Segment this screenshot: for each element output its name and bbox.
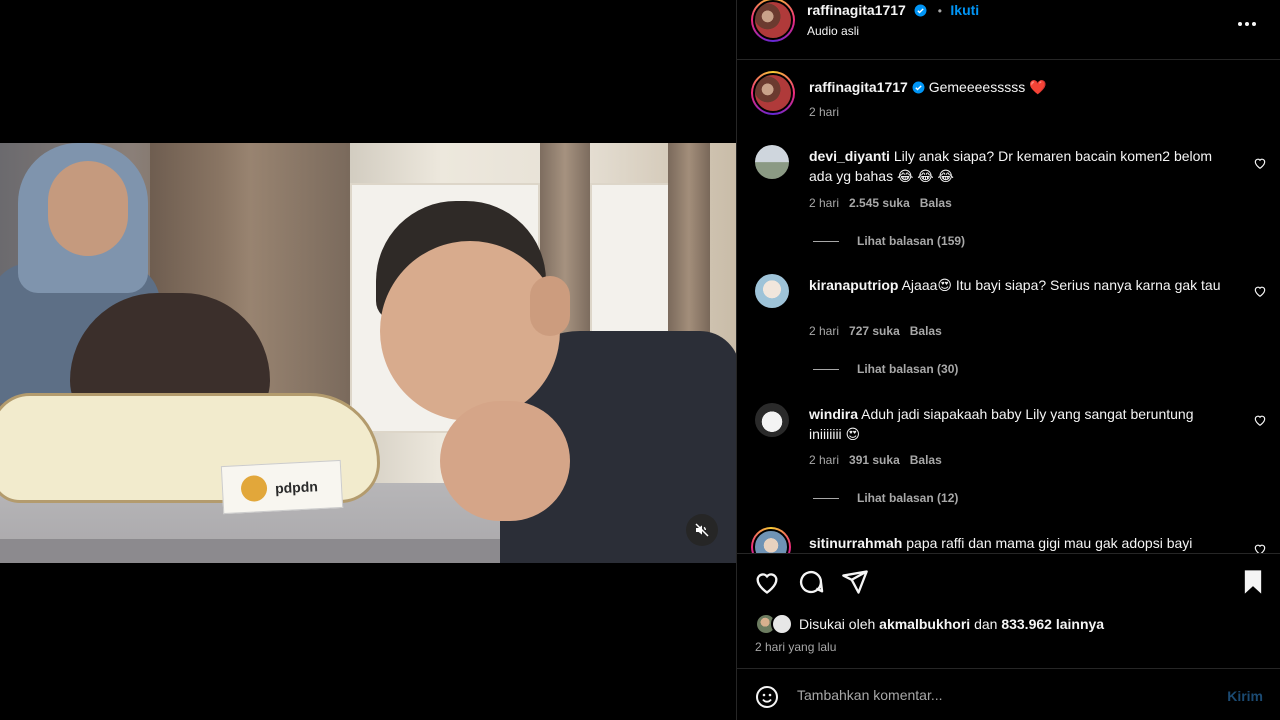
post-actions: Disukai oleh akmalbukhori dan 833.962 la…	[737, 553, 1280, 668]
caption-text: Gemeeeesssss	[928, 79, 1026, 95]
comment-icon[interactable]	[797, 568, 825, 596]
view-replies-button[interactable]: Lihat balasan (30)	[813, 362, 958, 376]
comment-meta: 2 hari 391 suka Balas	[809, 453, 942, 467]
liker-avatars	[755, 613, 793, 635]
verified-badge-icon	[912, 81, 925, 94]
caption-text-row: raffinagita1717 Gemeeeesssss ❤️	[809, 77, 1249, 97]
comment-meta: 2 hari 2.545 suka Balas	[809, 196, 952, 210]
comments-list[interactable]: raffinagita1717 Gemeeeesssss ❤️ 2 hari d…	[737, 61, 1280, 553]
heart-outline-icon[interactable]	[1253, 156, 1267, 170]
caption-username[interactable]: raffinagita1717	[809, 79, 908, 95]
commenter-avatar[interactable]	[751, 527, 791, 553]
verified-badge-icon	[914, 4, 927, 17]
commenter-avatar[interactable]	[755, 145, 789, 179]
comment-username[interactable]: devi_diyanti	[809, 148, 890, 164]
more-options-button[interactable]	[1235, 12, 1259, 36]
comment-likes[interactable]: 727 suka	[849, 324, 900, 338]
comment-likes[interactable]: 391 suka	[849, 453, 900, 467]
heart-outline-icon[interactable]	[1253, 284, 1267, 298]
caption-emoji: ❤️	[1029, 79, 1047, 95]
reply-button[interactable]: Balas	[920, 196, 952, 210]
pillow-brand-text: pdpdn	[274, 478, 319, 497]
comment-time: 2 hari	[809, 453, 840, 467]
author-username[interactable]: raffinagita1717	[807, 2, 906, 18]
comment-body: sitinurrahmah papa raffi dan mama gigi m…	[809, 533, 1229, 553]
liker-username[interactable]: akmalbukhori	[879, 616, 970, 632]
speaker-muted-icon	[695, 523, 709, 537]
view-replies-button[interactable]: Lihat balasan (12)	[813, 491, 958, 505]
comment-input[interactable]	[797, 683, 1177, 707]
comment-time: 2 hari	[809, 196, 840, 210]
comment-body: devi_diyanti Lily anak siapa? Dr kemaren…	[809, 146, 1229, 186]
video-player[interactable]: pdpdn	[0, 143, 736, 563]
post-date[interactable]: 2 hari yang lalu	[755, 640, 836, 654]
follow-button[interactable]: Ikuti	[950, 2, 979, 18]
comment-username[interactable]: sitinurrahmah	[809, 535, 902, 551]
comment-likes[interactable]: 2.545 suka	[849, 196, 910, 210]
comment-text: papa raffi dan mama gigi mau gak adopsi …	[906, 535, 1193, 551]
likes-summary: Disukai oleh akmalbukhori dan 833.962 la…	[755, 612, 1104, 636]
likes-prefix: Disukai oleh	[799, 616, 876, 632]
post-header: raffinagita1717 • Ikuti Audio asli	[737, 0, 1280, 60]
likes-count[interactable]: 833.962 lainnya	[1001, 616, 1104, 632]
reply-button[interactable]: Balas	[910, 453, 942, 467]
caption-time: 2 hari	[809, 105, 840, 119]
send-comment-button[interactable]: Kirim	[1227, 688, 1263, 704]
post-panel: raffinagita1717 • Ikuti Audio asli raffi…	[736, 0, 1280, 720]
author-avatar[interactable]	[751, 0, 795, 42]
heart-outline-icon[interactable]	[1253, 542, 1267, 553]
likes-middle: dan	[974, 616, 998, 632]
pillow-label: pdpdn	[220, 459, 344, 515]
comment-username[interactable]: windira	[809, 406, 858, 422]
audio-label[interactable]: Audio asli	[807, 24, 859, 38]
comment-text: Aduh jadi siapakaah baby Lily yang sanga…	[809, 406, 1194, 442]
comment-body: kiranaputriop Ajaaa😍 Itu bayi siapa? Ser…	[809, 275, 1229, 295]
media-area: pdpdn	[0, 0, 736, 720]
emoji-icon[interactable]	[755, 685, 779, 709]
heart-outline-icon[interactable]	[1253, 413, 1267, 427]
comment-meta: 2 hari 727 suka Balas	[809, 324, 942, 338]
commenter-avatar[interactable]	[755, 274, 789, 308]
view-replies-label: Lihat balasan (159)	[857, 234, 966, 248]
comment-text: Ajaaa😍 Itu bayi siapa? Serius nanya karn…	[901, 277, 1221, 293]
dot-separator: •	[937, 4, 942, 18]
view-replies-label: Lihat balasan (12)	[857, 491, 959, 505]
comment-body: windira Aduh jadi siapakaah baby Lily ya…	[809, 404, 1229, 444]
bookmark-icon[interactable]	[1239, 568, 1267, 596]
share-icon[interactable]	[841, 568, 869, 596]
comment-composer: Kirim	[737, 668, 1280, 720]
more-horizontal-icon	[1238, 22, 1256, 26]
view-replies-button[interactable]: Lihat balasan (159)	[813, 234, 965, 248]
mute-button[interactable]	[686, 514, 718, 546]
caption-avatar[interactable]	[751, 71, 795, 115]
boy-figure	[370, 201, 736, 563]
comment-username[interactable]: kiranaputriop	[809, 277, 898, 293]
view-replies-label: Lihat balasan (30)	[857, 362, 959, 376]
heart-icon[interactable]	[753, 568, 781, 596]
commenter-avatar[interactable]	[755, 403, 789, 437]
comment-time: 2 hari	[809, 324, 840, 338]
reply-button[interactable]: Balas	[910, 324, 942, 338]
